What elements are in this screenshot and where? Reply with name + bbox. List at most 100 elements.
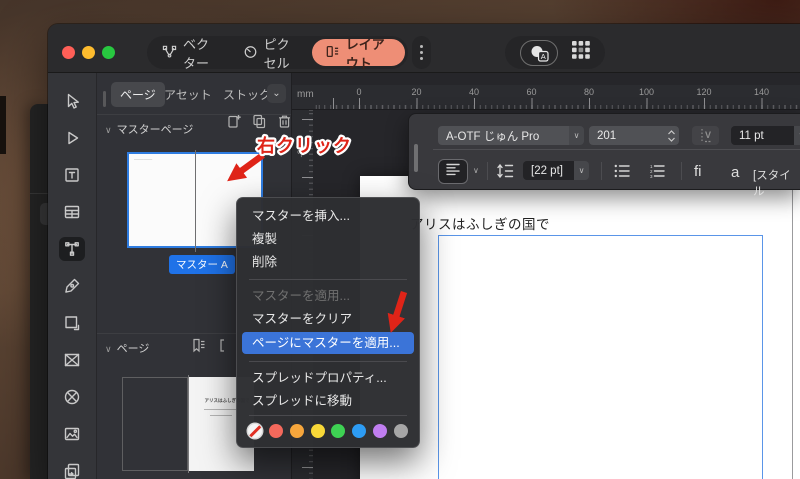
empty-page-slot [122, 377, 188, 471]
color-tag-gray[interactable] [394, 424, 408, 438]
h-tick: 40 [459, 87, 489, 97]
layout-persona-icon [325, 44, 340, 62]
character-style-button[interactable]: a [731, 164, 739, 181]
color-tag-orange[interactable] [290, 424, 304, 438]
color-tag-red[interactable] [269, 424, 283, 438]
h-tick: 140 [747, 87, 777, 97]
numbered-list-icon[interactable]: 123 [649, 164, 665, 183]
master-thumb-text: ──────── [134, 157, 158, 161]
zoom-window-button[interactable] [102, 46, 115, 59]
font-family-select[interactable]: A-OTF じゅん Pro∨ [438, 126, 584, 145]
background-window-divider [30, 193, 48, 194]
h-tick: 0 [344, 87, 374, 97]
duplicate-icon[interactable] [252, 114, 267, 134]
selected-text-frame[interactable] [438, 235, 763, 479]
pages-tool[interactable] [59, 459, 85, 479]
table-tool[interactable] [59, 200, 85, 224]
h-tick: 60 [517, 87, 547, 97]
pen-tool[interactable] [59, 274, 85, 298]
color-tag-yellow[interactable] [311, 424, 325, 438]
h-tick: 80 [574, 87, 604, 97]
chevron-down-icon: ∨ [794, 126, 800, 145]
document-headline-text[interactable]: アリスはふしぎの国で [410, 213, 550, 233]
ruler-ticks [314, 97, 800, 109]
background-window-strip [30, 104, 48, 479]
preview-mode-icon[interactable]: A [520, 40, 558, 66]
master-pages-header[interactable]: ∨マスターページ [105, 121, 193, 137]
menu-item-delete[interactable]: 削除 [242, 251, 414, 274]
titlebar: a ベクター ピクセル [48, 24, 800, 73]
trash-icon[interactable] [277, 114, 292, 134]
font-size-select[interactable]: 11 pt∨ [731, 126, 800, 145]
stepper-icon [664, 126, 679, 145]
panel-menu-chevron-icon[interactable]: ⌄ [267, 84, 286, 103]
spread-spine [188, 375, 189, 473]
pages-header[interactable]: ∨ページ [105, 340, 149, 356]
color-tag-purple[interactable] [373, 424, 387, 438]
add-master-icon[interactable] [227, 114, 242, 134]
ligatures-button[interactable]: fi [694, 163, 702, 180]
menu-item-insert-master[interactable]: マスターを挿入... [242, 205, 414, 228]
color-tag-none[interactable] [248, 424, 262, 438]
color-tag-blue[interactable] [352, 424, 366, 438]
screen: a ベクター ピクセル [0, 0, 800, 479]
h-tick: 20 [402, 87, 432, 97]
menu-item-apply-master-to-pages[interactable]: ページにマスターを適用... [242, 332, 414, 354]
vector-persona-icon [162, 44, 177, 62]
persona-vector-label: ベクター [183, 34, 219, 72]
picture-frame-rectangle-tool[interactable] [59, 348, 85, 372]
chevron-down-icon[interactable]: ∨ [473, 166, 479, 175]
background-window-edge [0, 96, 6, 154]
menu-item-spread-properties[interactable]: スプレッドプロパティ... [242, 367, 414, 390]
tab-stock[interactable]: ストック [223, 86, 271, 103]
master-page-label[interactable]: マスター A [169, 255, 235, 274]
pixel-persona-icon [243, 44, 258, 62]
horizontal-ruler: mm 0 20 40 60 80 100 120 140 [292, 85, 800, 110]
arrange-pages-icon[interactable] [191, 338, 206, 358]
persona-layout-label: レイアウト [346, 34, 392, 72]
frame-text-tool[interactable] [59, 163, 85, 187]
svg-text:3: 3 [650, 174, 653, 178]
menu-item-apply-master: マスターを適用... [242, 285, 414, 308]
leading-select[interactable]: [22 pt]∨ [523, 161, 589, 180]
persona-layout-button[interactable]: レイアウト [312, 39, 405, 66]
persona-vector-button[interactable]: ベクター [150, 39, 231, 66]
color-tag-green[interactable] [331, 424, 345, 438]
collapse-chevron-icon[interactable]: ∨ [105, 125, 112, 135]
persona-pixel-button[interactable]: ピクセル [231, 39, 312, 66]
text-style-select[interactable]: [スタイル [753, 167, 800, 199]
divider [487, 162, 488, 180]
tab-pages[interactable]: ページ [111, 82, 165, 107]
tab-assets[interactable]: アセット [164, 86, 212, 103]
spread-spine [195, 150, 196, 252]
menu-item-go-to-spread[interactable]: スプレッドに移動 [242, 390, 414, 413]
collapse-chevron-icon[interactable]: ∨ [105, 344, 112, 354]
text-context-toolbar: A-OTF じゅん Pro∨ 201 V 11 pt∨ ∨ [22 pt]∨ [408, 113, 800, 190]
picture-frame-ellipse-tool[interactable] [59, 385, 85, 409]
alignment-button[interactable] [438, 159, 468, 184]
svg-text:V: V [704, 130, 710, 140]
context-menu: マスターを挿入... 複製 削除 マスターを適用... マスターをクリア ページ… [236, 197, 420, 448]
artistic-text-tool[interactable] [59, 237, 85, 261]
page-thumb-title: アリスはふしぎの国で [205, 397, 238, 404]
tracking-stepper[interactable]: 201 [589, 126, 679, 145]
move-tool[interactable] [59, 89, 85, 113]
divider [433, 149, 800, 150]
bullet-list-icon[interactable] [614, 164, 630, 183]
vertical-text-icon[interactable]: V [692, 126, 719, 145]
place-image-tool[interactable] [59, 422, 85, 446]
node-tool[interactable] [59, 126, 85, 150]
frame-icon[interactable] [219, 338, 234, 358]
v-tick: -20 [296, 140, 306, 162]
minimize-window-button[interactable] [82, 46, 95, 59]
toolbar-drag-handle[interactable] [414, 144, 418, 172]
panel-drag-handle[interactable] [103, 91, 106, 107]
more-personas-button[interactable] [412, 36, 431, 69]
rectangle-tool[interactable] [59, 311, 85, 335]
close-window-button[interactable] [62, 46, 75, 59]
ruler-unit: mm [297, 89, 314, 100]
studio-grid-icon[interactable] [572, 41, 590, 64]
menu-item-duplicate[interactable]: 複製 [242, 228, 414, 251]
page-spread-thumbnail[interactable]: アリスはふしぎの国で [122, 377, 254, 471]
menu-item-clear-master[interactable]: マスターをクリア [242, 308, 414, 331]
